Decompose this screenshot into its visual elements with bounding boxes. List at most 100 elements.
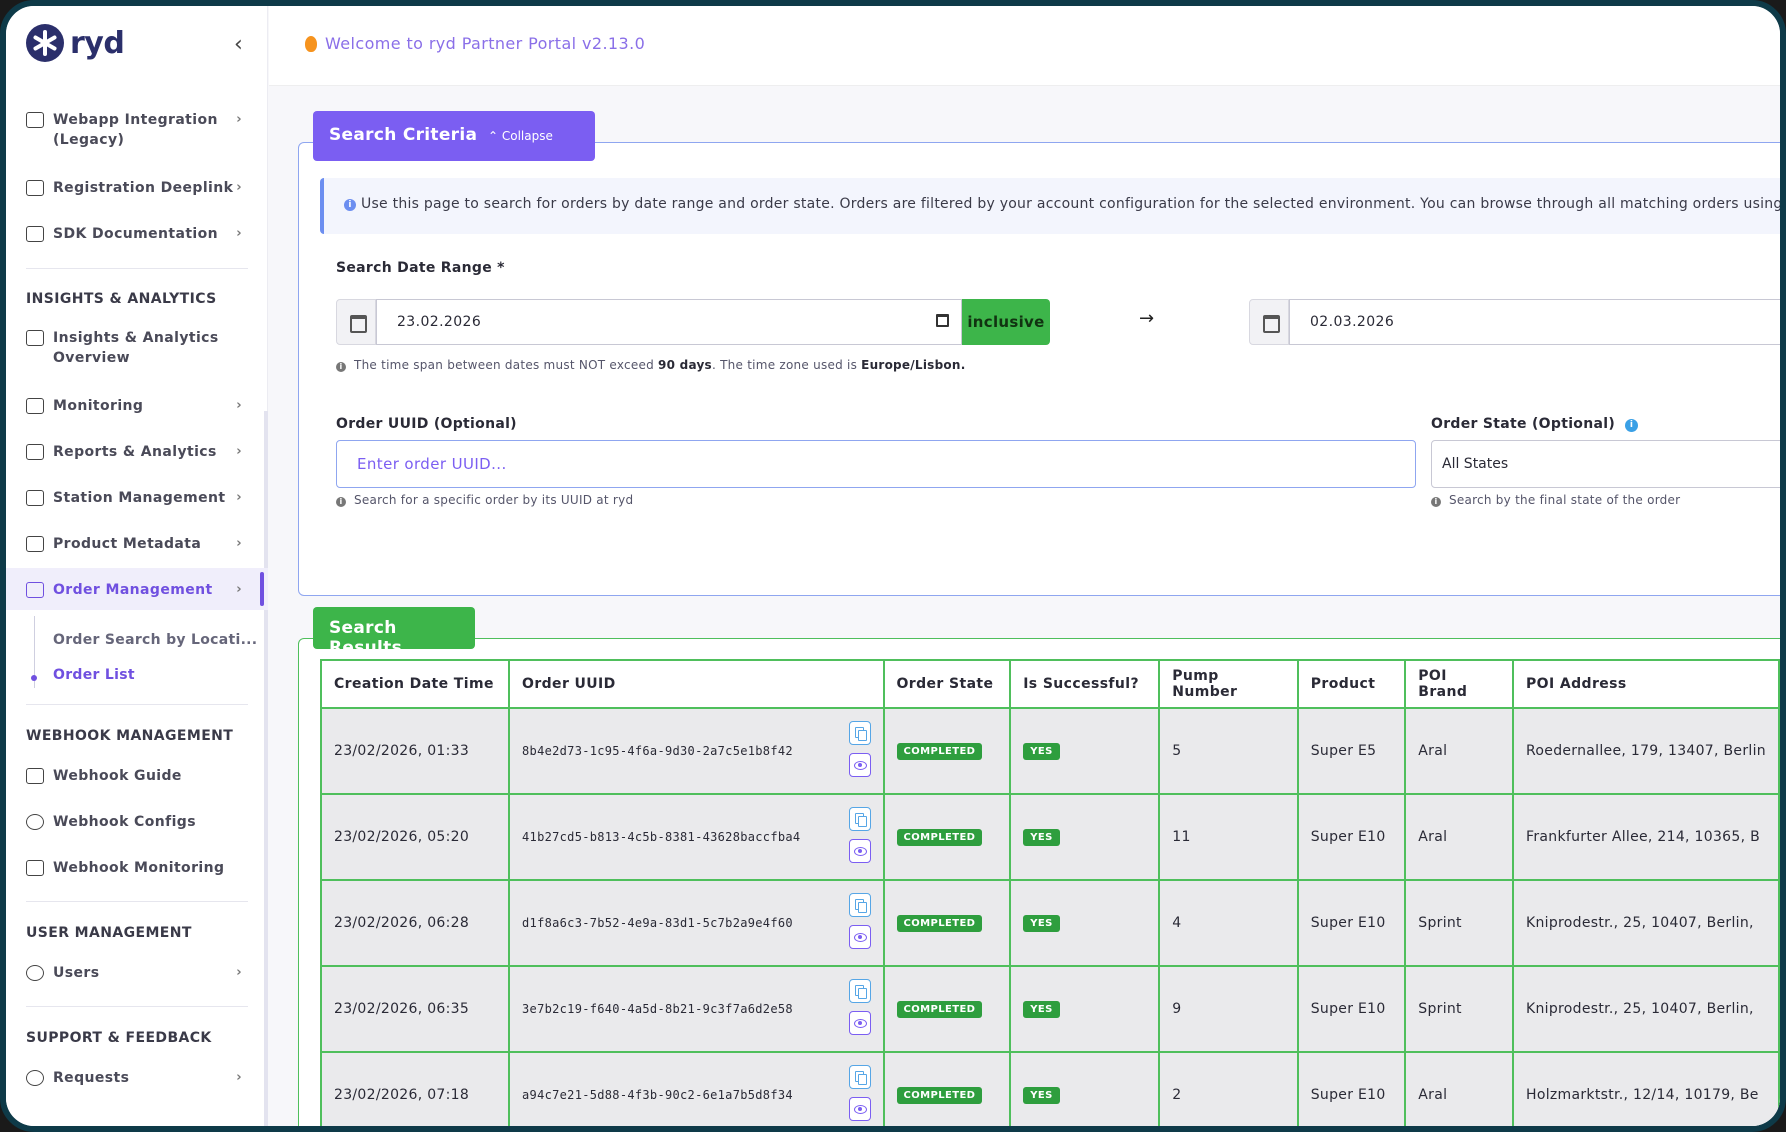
sidebar: ryd ‹ Webapp Integration (Legacy) › Regis… (6, 6, 268, 1126)
sidebar-item-monitoring[interactable]: Monitoring › (26, 396, 248, 416)
column-header[interactable]: Is Successful? (1009, 659, 1161, 709)
column-header[interactable]: Order UUID (508, 659, 885, 709)
code-icon (26, 226, 44, 242)
arrow-right-icon: → (1139, 308, 1155, 329)
order-uuid-label: Order UUID (Optional) (336, 416, 517, 432)
calendar-icon[interactable] (336, 299, 376, 345)
copy-icon[interactable] (848, 807, 871, 831)
welcome-message: Welcome to ryd Partner Portal v2.13.0 (305, 34, 645, 53)
window-icon (26, 112, 44, 128)
eye-icon[interactable] (848, 753, 871, 777)
sidebar-item-webhook-guide[interactable]: Webhook Guide (26, 766, 248, 786)
bar-chart-icon (26, 444, 44, 460)
sidebar-scrollbar[interactable] (264, 411, 268, 1126)
sidebar-item-webhook-monitoring[interactable]: Webhook Monitoring (26, 858, 248, 878)
table-row[interactable]: 23/02/2026, 01:33 8b4e2d73-1c95-4f6a-9d30… (319, 707, 1780, 795)
date-to-input[interactable]: 02.03.2026 (1289, 299, 1780, 345)
tag-icon (26, 536, 44, 552)
collapse-button[interactable]: ⌃ Collapse (488, 129, 553, 143)
date-picker-icon[interactable] (936, 314, 949, 327)
info-banner: i Use this page to search for orders by d… (320, 178, 1780, 234)
sidebar-item-requests[interactable]: Requests › (26, 1068, 248, 1088)
sidebar-item-sdk-documentation[interactable]: SDK Documentation › (26, 224, 248, 244)
success-badge: YES (1023, 1001, 1060, 1018)
section-webhook-management: WEBHOOK MANAGEMENT (26, 728, 234, 744)
cell-poi-address: Holzmarktstr., 12/14, 10179, Be (1512, 1051, 1780, 1126)
order-state-select[interactable]: All States (1431, 440, 1780, 488)
cell-order-state: COMPLETED (882, 965, 1012, 1053)
chevron-right-icon: › (236, 965, 242, 980)
info-icon: i (344, 199, 356, 211)
sidebar-item-station-management[interactable]: Station Management › (26, 488, 248, 508)
search-criteria-tab[interactable]: Search Criteria ⌃ Collapse (313, 111, 595, 161)
sidebar-subitem-order-list[interactable]: Order List (53, 667, 135, 683)
success-badge: YES (1023, 743, 1060, 760)
eye-icon[interactable] (848, 1011, 871, 1035)
chevron-right-icon: › (236, 444, 242, 459)
success-badge: YES (1023, 1087, 1060, 1104)
sidebar-item-product-metadata[interactable]: Product Metadata › (26, 534, 248, 554)
success-badge: YES (1023, 829, 1060, 846)
copy-icon[interactable] (848, 1065, 871, 1089)
eye-icon[interactable] (848, 839, 871, 863)
cell-is-successful: YES (1009, 793, 1161, 881)
sidebar-collapse-icon[interactable]: ‹ (234, 32, 243, 57)
column-header[interactable]: Pump Number (1158, 659, 1299, 709)
date-range-label: Search Date Range * (336, 260, 505, 276)
column-header[interactable]: Order State (882, 659, 1012, 709)
sidebar-item-registration-deeplink[interactable]: Registration Deeplink › (26, 178, 248, 198)
sidebar-item-order-management[interactable]: Order Management › (26, 580, 248, 600)
table-row[interactable]: 23/02/2026, 06:28 d1f8a6c3-7b52-4e9a-83d1… (319, 879, 1780, 967)
table-row[interactable]: 23/02/2026, 05:20 41b27cd5-b813-4c5b-8381… (319, 793, 1780, 881)
cell-product: Super E10 (1296, 965, 1407, 1053)
inclusive-toggle[interactable]: inclusive (962, 299, 1050, 345)
cell-poi-brand: Aral (1404, 1051, 1515, 1126)
cell-product: Super E5 (1296, 707, 1407, 795)
section-support-feedback: SUPPORT & FEEDBACK (26, 1030, 212, 1046)
search-results-tab[interactable]: Search Results (313, 607, 475, 658)
column-header[interactable]: Product (1296, 659, 1407, 709)
cell-product: Super E10 (1296, 879, 1407, 967)
calendar-icon[interactable] (1249, 299, 1289, 345)
success-badge: YES (1023, 915, 1060, 932)
chevron-right-icon: › (236, 226, 242, 241)
chevron-right-icon: › (236, 582, 242, 597)
cell-poi-brand: Sprint (1404, 879, 1515, 967)
column-header[interactable]: Creation Date Time (319, 659, 511, 709)
ryd-logo-icon (26, 24, 64, 62)
copy-icon[interactable] (848, 721, 871, 745)
cell-pump-number: 2 (1158, 1051, 1299, 1126)
cell-product: Super E10 (1296, 1051, 1407, 1126)
column-header[interactable]: POI Brand (1404, 659, 1515, 709)
sidebar-item-webapp-integration[interactable]: Webapp Integration (Legacy) › (26, 110, 248, 150)
topbar: Welcome to ryd Partner Portal v2.13.0 (269, 6, 1780, 86)
gear-icon (26, 814, 44, 830)
sidebar-subitem-order-search-location[interactable]: Order Search by Locati... (53, 632, 257, 648)
brand-logo[interactable]: ryd (26, 24, 125, 62)
chevron-right-icon: › (236, 1070, 242, 1085)
table-row[interactable]: 23/02/2026, 07:18 a94c7e21-5d88-4f3b-90c2… (319, 1051, 1780, 1126)
cell-pump-number: 4 (1158, 879, 1299, 967)
order-uuid-input[interactable]: Enter order UUID... (336, 440, 1416, 488)
chevron-right-icon: › (236, 398, 242, 413)
info-icon[interactable]: i (1625, 419, 1639, 432)
date-from-input[interactable]: 23.02.2026 (376, 299, 962, 345)
cell-creation-date: 23/02/2026, 05:20 (319, 793, 511, 881)
table-row[interactable]: 23/02/2026, 06:35 3e7b2c19-f640-4a5d-8b21… (319, 965, 1780, 1053)
section-insights-analytics: INSIGHTS & ANALYTICS (26, 291, 217, 307)
sidebar-item-insights-overview[interactable]: Insights & Analytics Overview (26, 328, 248, 368)
column-header[interactable]: POI Address (1512, 659, 1780, 709)
sidebar-item-webhook-configs[interactable]: Webhook Configs (26, 812, 248, 832)
eye-icon[interactable] (848, 925, 871, 949)
table-header-row: Creation Date Time Order UUID Order Stat… (319, 659, 1780, 709)
sidebar-item-users[interactable]: Users › (26, 963, 248, 983)
copy-icon[interactable] (848, 979, 871, 1003)
date-range-hint: i The time span between dates must NOT ex… (336, 358, 966, 372)
sidebar-item-reports-analytics[interactable]: Reports & Analytics › (26, 442, 248, 462)
eye-icon[interactable] (848, 1097, 871, 1121)
order-state-hint: i Search by the final state of the order (1431, 493, 1680, 507)
cell-creation-date: 23/02/2026, 07:18 (319, 1051, 511, 1126)
status-badge: COMPLETED (896, 1087, 983, 1104)
status-badge: COMPLETED (896, 1001, 983, 1018)
copy-icon[interactable] (848, 893, 871, 917)
